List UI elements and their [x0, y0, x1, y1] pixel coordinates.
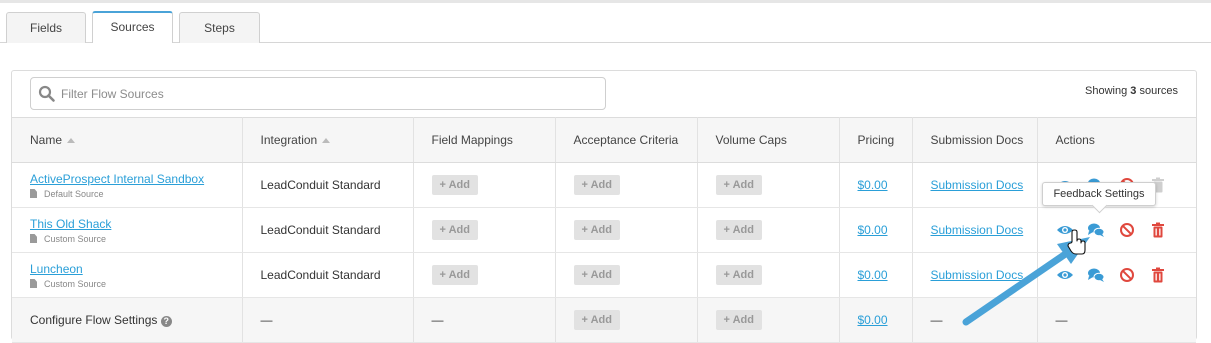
add-volume-cap-button[interactable]: + Add [715, 175, 762, 195]
source-type: Custom Source [30, 234, 242, 244]
tab-steps[interactable]: Steps [179, 12, 260, 43]
column-header-field-mappings: Field Mappings [413, 117, 556, 163]
sort-up-icon [322, 138, 331, 143]
source-type: Default Source [30, 189, 242, 199]
table-row: This Old Shack Custom Source LeadConduit… [12, 207, 1196, 253]
source-type: Custom Source [30, 279, 242, 289]
add-acceptance-criteria-button[interactable]: + Add [573, 220, 620, 240]
add-field-mapping-button[interactable]: + Add [431, 175, 478, 195]
help-icon[interactable]: ? [160, 316, 172, 327]
search-icon [38, 85, 56, 103]
add-acceptance-criteria-button[interactable]: + Add [573, 175, 620, 195]
document-icon [30, 189, 37, 198]
ban-icon[interactable] [1118, 266, 1136, 284]
source-name-link[interactable]: ActiveProspect Internal Sandbox [30, 172, 204, 186]
integration-cell: LeadConduit Standard [242, 252, 414, 298]
ban-icon[interactable] [1118, 221, 1136, 239]
trash-icon[interactable] [1149, 266, 1167, 284]
add-field-mapping-button[interactable]: + Add [431, 220, 478, 240]
field-mappings-cell: — [413, 297, 556, 343]
submission-docs-link[interactable]: Submission Docs [931, 223, 1024, 237]
add-acceptance-criteria-button[interactable]: + Add [573, 265, 620, 285]
pricing-link[interactable]: $0.00 [858, 223, 888, 237]
add-volume-cap-button[interactable]: + Add [715, 310, 762, 330]
column-header-pricing: Pricing [839, 117, 913, 163]
sort-up-icon [67, 138, 76, 143]
sources-table: Name Integration Field Mappings Acceptan… [12, 117, 1196, 343]
submission-docs-cell: — [912, 297, 1038, 343]
sources-count: Showing 3 sources [1085, 85, 1178, 97]
integration-cell: LeadConduit Standard [242, 162, 414, 208]
filter-sources-input[interactable] [59, 79, 599, 108]
submission-docs-link[interactable]: Submission Docs [931, 268, 1024, 282]
chat-icon[interactable] [1087, 266, 1105, 284]
table-row: Luncheon Custom Source LeadConduit Stand… [12, 252, 1196, 298]
search-box [30, 77, 606, 110]
column-header-integration[interactable]: Integration [242, 117, 414, 163]
chat-icon[interactable] [1087, 221, 1105, 239]
add-volume-cap-button[interactable]: + Add [715, 220, 762, 240]
flow-settings-row: Configure Flow Settings ? — — + Add + Ad… [12, 297, 1196, 343]
column-header-acceptance-criteria: Acceptance Criteria [555, 117, 698, 163]
document-icon [30, 234, 37, 243]
pricing-link[interactable]: $0.00 [858, 268, 888, 282]
source-name-link[interactable]: Luncheon [30, 262, 83, 276]
add-acceptance-criteria-button[interactable]: + Add [573, 310, 620, 330]
column-header-name[interactable]: Name [12, 117, 243, 163]
table-header: Name Integration Field Mappings Acceptan… [12, 117, 1196, 163]
column-header-volume-caps: Volume Caps [697, 117, 840, 163]
sources-panel: Showing 3 sources Name Integration Field… [11, 70, 1197, 343]
trash-icon[interactable] [1149, 221, 1167, 239]
column-header-submission-docs: Submission Docs [912, 117, 1038, 163]
configure-flow-settings: Configure Flow Settings ? [12, 297, 243, 343]
tab-fields[interactable]: Fields [6, 12, 86, 43]
column-header-actions: Actions [1037, 117, 1196, 163]
integration-cell: — [242, 297, 414, 343]
document-icon [30, 279, 37, 288]
tab-sources[interactable]: Sources [92, 11, 173, 43]
add-field-mapping-button[interactable]: + Add [431, 265, 478, 285]
actions-cell: — [1037, 297, 1196, 343]
integration-cell: LeadConduit Standard [242, 207, 414, 253]
table-row: ActiveProspect Internal Sandbox Default … [12, 162, 1196, 208]
eye-icon[interactable] [1056, 221, 1074, 239]
add-volume-cap-button[interactable]: + Add [715, 265, 762, 285]
source-name-link[interactable]: This Old Shack [30, 217, 111, 231]
pricing-link[interactable]: $0.00 [858, 313, 888, 327]
tab-bar: Fields Sources Steps [0, 11, 1211, 43]
eye-icon[interactable] [1056, 266, 1074, 284]
top-divider [0, 0, 1211, 3]
submission-docs-link[interactable]: Submission Docs [931, 178, 1024, 192]
pricing-link[interactable]: $0.00 [858, 178, 888, 192]
feedback-settings-tooltip: Feedback Settings [1042, 182, 1156, 206]
